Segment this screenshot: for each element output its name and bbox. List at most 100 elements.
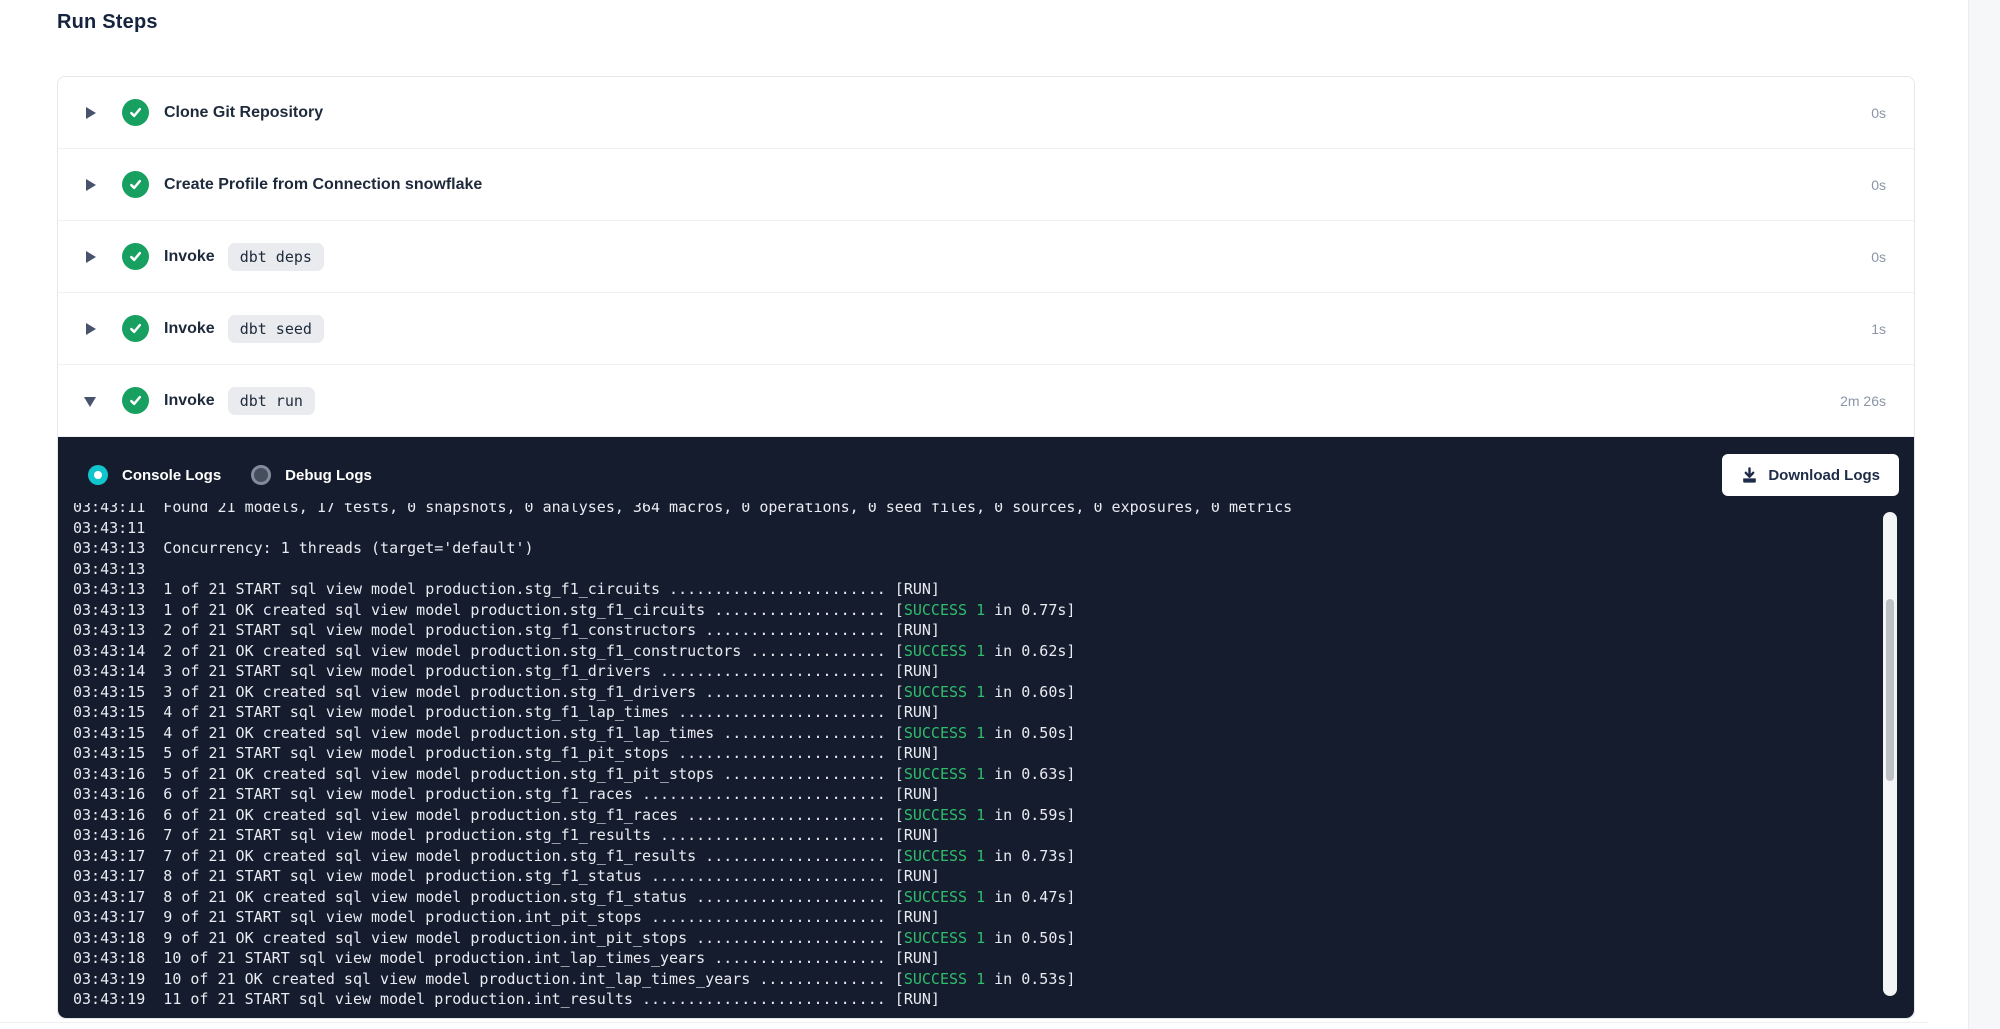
step-label: Invoke — [164, 248, 215, 266]
step-row[interactable]: Invoke dbt seed 1s — [58, 293, 1914, 365]
log-timestamp: 03:43:18 — [73, 929, 145, 947]
log-timestamp: 03:43:16 — [73, 826, 145, 844]
log-timestamp: 03:43:11 — [73, 519, 145, 537]
log-tab-label[interactable]: Debug Logs — [285, 467, 372, 484]
step-expand-caret-icon[interactable] — [84, 394, 98, 408]
log-success-tag: SUCCESS 1 — [904, 970, 985, 988]
step-command-badge: dbt deps — [228, 243, 324, 271]
step-label: Clone Git Repository — [164, 104, 323, 122]
log-duration-tag: in 0.62s] — [985, 642, 1075, 660]
step-expand-caret-icon[interactable] — [84, 322, 98, 336]
console-header: Console Logs Debug Logs Download Logs — [58, 437, 1914, 503]
step-label: Create Profile from Connection snowflake — [164, 176, 482, 194]
radio-icon[interactable] — [251, 465, 271, 485]
log-line: 03:43:13 Concurrency: 1 threads (target=… — [73, 538, 1914, 559]
console-log-panel: Console Logs Debug Logs Download Logs 03… — [58, 437, 1914, 1018]
log-line: 03:43:11 — [73, 518, 1914, 539]
section-divider — [0, 1022, 1928, 1023]
log-tab[interactable]: Debug Logs — [251, 465, 372, 485]
step-duration: 1s — [1871, 321, 1886, 337]
log-tab-label[interactable]: Console Logs — [122, 467, 221, 484]
log-success-tag: SUCCESS 1 — [904, 642, 985, 660]
download-logs-label: Download Logs — [1768, 467, 1880, 484]
log-line: 03:43:14 2 of 21 OK created sql view mod… — [73, 641, 1914, 662]
step-duration: 0s — [1871, 249, 1886, 265]
log-duration-tag: in 0.63s] — [985, 765, 1075, 783]
log-success-tag: SUCCESS 1 — [904, 847, 985, 865]
step-expand-caret-icon[interactable] — [84, 178, 98, 192]
log-timestamp: 03:43:17 — [73, 867, 145, 885]
log-timestamp: 03:43:15 — [73, 724, 145, 742]
download-icon — [1741, 467, 1758, 484]
radio-icon[interactable] — [88, 465, 108, 485]
log-line: 03:43:13 1 of 21 OK created sql view mod… — [73, 600, 1914, 621]
console-log-output: 03:43:11 Found 21 models, 17 tests, 0 sn… — [58, 503, 1914, 1018]
log-timestamp: 03:43:14 — [73, 642, 145, 660]
log-timestamp: 03:43:15 — [73, 683, 145, 701]
step-command-badge: dbt seed — [228, 315, 324, 343]
log-timestamp: 03:43:17 — [73, 908, 145, 926]
log-line: 03:43:13 1 of 21 START sql view model pr… — [73, 579, 1914, 600]
log-tab[interactable]: Console Logs — [88, 465, 221, 485]
step-row[interactable]: Invoke dbt run 2m 26s — [58, 365, 1914, 437]
log-line: 03:43:15 4 of 21 OK created sql view mod… — [73, 723, 1914, 744]
step-success-check-icon — [122, 171, 149, 198]
log-message: 5 of 21 START sql view model production.… — [145, 744, 940, 762]
log-message: 4 of 21 START sql view model production.… — [145, 703, 940, 721]
log-timestamp: 03:43:13 — [73, 621, 145, 639]
page-title: Run Steps — [57, 11, 158, 34]
step-duration: 2m 26s — [1840, 393, 1886, 409]
log-timestamp: 03:43:13 — [73, 539, 145, 557]
log-duration-tag: in 0.50s] — [985, 929, 1075, 947]
log-message: 10 of 21 OK created sql view model produ… — [145, 970, 904, 988]
log-duration-tag: in 0.47s] — [985, 888, 1075, 906]
step-duration: 0s — [1871, 177, 1886, 193]
log-message: 7 of 21 OK created sql view model produc… — [145, 847, 904, 865]
log-timestamp: 03:43:16 — [73, 806, 145, 824]
step-row[interactable]: Create Profile from Connection snowflake… — [58, 149, 1914, 221]
log-timestamp: 03:43:15 — [73, 703, 145, 721]
log-duration-tag: in 0.50s] — [985, 724, 1075, 742]
step-command-badge: dbt run — [228, 387, 315, 415]
log-line: 03:43:16 7 of 21 START sql view model pr… — [73, 825, 1914, 846]
log-timestamp: 03:43:17 — [73, 847, 145, 865]
log-line: 03:43:18 9 of 21 OK created sql view mod… — [73, 928, 1914, 949]
log-line: 03:43:19 11 of 21 START sql view model p… — [73, 989, 1914, 1010]
log-line: 03:43:15 4 of 21 START sql view model pr… — [73, 702, 1914, 723]
console-scrollbar-track[interactable] — [1883, 512, 1897, 996]
step-expand-caret-icon[interactable] — [84, 106, 98, 120]
log-timestamp: 03:43:14 — [73, 662, 145, 680]
log-message: Found 21 models, 17 tests, 0 snapshots, … — [145, 503, 1292, 516]
console-scrollbar-thumb[interactable] — [1886, 599, 1894, 781]
log-duration-tag: in 0.73s] — [985, 847, 1075, 865]
log-success-tag: SUCCESS 1 — [904, 929, 985, 947]
log-line: 03:43:15 3 of 21 OK created sql view mod… — [73, 682, 1914, 703]
log-timestamp: 03:43:13 — [73, 560, 145, 578]
log-message: 10 of 21 START sql view model production… — [145, 949, 940, 967]
log-duration-tag: in 0.77s] — [985, 601, 1075, 619]
log-line: 03:43:14 3 of 21 START sql view model pr… — [73, 661, 1914, 682]
log-message: 6 of 21 OK created sql view model produc… — [145, 806, 904, 824]
step-label: Invoke — [164, 320, 215, 338]
log-line: 03:43:15 5 of 21 START sql view model pr… — [73, 743, 1914, 764]
log-timestamp: 03:43:16 — [73, 785, 145, 803]
step-expand-caret-icon[interactable] — [84, 250, 98, 264]
step-row[interactable]: Invoke dbt deps 0s — [58, 221, 1914, 293]
log-success-tag: SUCCESS 1 — [904, 724, 985, 742]
log-timestamp: 03:43:13 — [73, 601, 145, 619]
log-message: 11 of 21 START sql view model production… — [145, 990, 940, 1008]
download-logs-button[interactable]: Download Logs — [1722, 454, 1899, 496]
log-message: 1 of 21 START sql view model production.… — [145, 580, 940, 598]
log-line: 03:43:18 10 of 21 START sql view model p… — [73, 948, 1914, 969]
step-row[interactable]: Clone Git Repository 0s — [58, 77, 1914, 149]
log-timestamp: 03:43:17 — [73, 888, 145, 906]
log-success-tag: SUCCESS 1 — [904, 765, 985, 783]
log-timestamp: 03:43:18 — [73, 949, 145, 967]
log-tabs: Console Logs Debug Logs — [88, 465, 402, 485]
step-success-check-icon — [122, 243, 149, 270]
log-timestamp: 03:43:11 — [73, 503, 145, 516]
log-message: 2 of 21 OK created sql view model produc… — [145, 642, 904, 660]
log-line: 03:43:16 5 of 21 OK created sql view mod… — [73, 764, 1914, 785]
step-duration: 0s — [1871, 105, 1886, 121]
log-message: 2 of 21 START sql view model production.… — [145, 621, 940, 639]
